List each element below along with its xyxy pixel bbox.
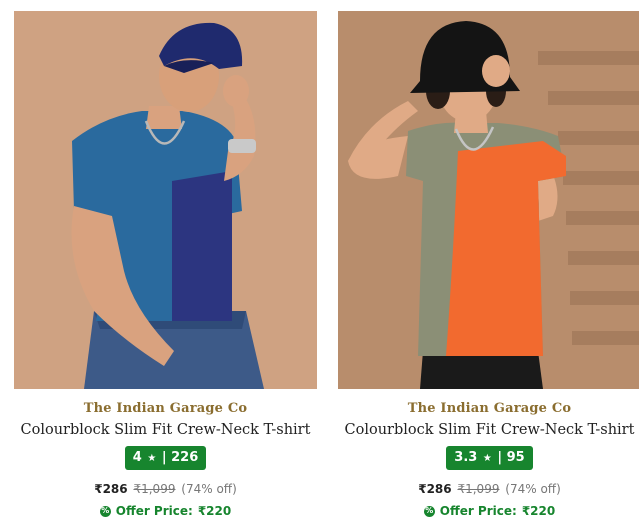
- discount-text: (74% off): [181, 482, 237, 496]
- offer-price-row: % Offer Price: ₹220: [338, 504, 639, 518]
- rating-badge[interactable]: 4 ★ | 226: [124, 446, 207, 470]
- discount-text: (74% off): [505, 482, 561, 496]
- mrp-price: ₹1,099: [457, 482, 500, 496]
- mrp-price: ₹1,099: [133, 482, 176, 496]
- brand-name[interactable]: The Indian Garage Co: [14, 401, 317, 416]
- offer-tag-icon: %: [99, 505, 111, 517]
- product-card[interactable]: The Indian Garage Co Colourblock Slim Fi…: [338, 11, 639, 518]
- brand-name[interactable]: The Indian Garage Co: [338, 401, 639, 416]
- product-card[interactable]: The Indian Garage Co Colourblock Slim Fi…: [14, 11, 317, 518]
- product-photo: [14, 11, 317, 389]
- offer-label: Offer Price:: [115, 504, 193, 518]
- price-row: ₹286 ₹1,099 (74% off): [14, 482, 317, 496]
- price-row: ₹286 ₹1,099 (74% off): [338, 482, 639, 496]
- star-icon: ★: [147, 453, 157, 464]
- offer-price: ₹220: [521, 504, 556, 518]
- offer-tag-icon: %: [423, 505, 435, 517]
- review-count: 226: [171, 450, 199, 465]
- rating-badge[interactable]: 3.3 ★ | 95: [446, 446, 533, 470]
- review-count: 95: [506, 450, 525, 465]
- offer-label: Offer Price:: [439, 504, 517, 518]
- offer-price: ₹220: [197, 504, 232, 518]
- product-photo: [338, 11, 639, 389]
- rating-value: 3.3: [454, 450, 478, 465]
- product-title[interactable]: Colourblock Slim Fit Crew-Neck T-shirt: [14, 422, 317, 438]
- star-icon: ★: [482, 453, 492, 464]
- rating-value: 4: [132, 450, 142, 465]
- product-image[interactable]: [338, 11, 639, 389]
- rating-separator: |: [497, 450, 503, 465]
- product-image[interactable]: [14, 11, 317, 389]
- product-title[interactable]: Colourblock Slim Fit Crew-Neck T-shirt: [338, 422, 639, 438]
- rating-separator: |: [161, 450, 167, 465]
- selling-price: ₹286: [418, 482, 452, 496]
- selling-price: ₹286: [94, 482, 128, 496]
- offer-price-row: % Offer Price: ₹220: [14, 504, 317, 518]
